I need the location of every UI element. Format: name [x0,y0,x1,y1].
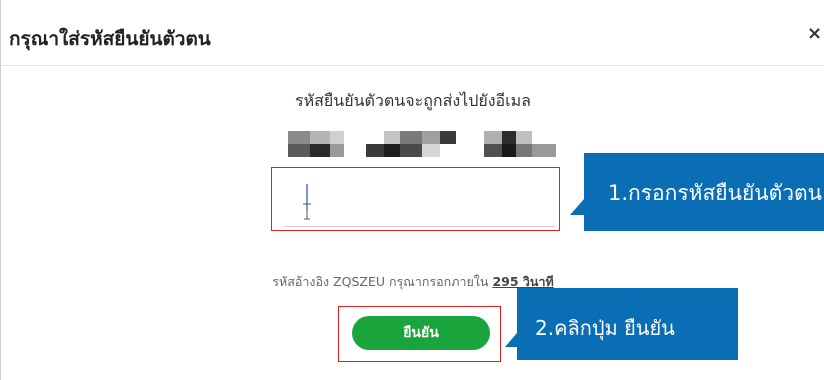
email-sent-message: รหัสยืนยันตัวตนจะถูกส่งไปยังอีเมล [295,91,531,110]
redacted-email [288,131,556,157]
confirm-button[interactable]: ยืนยัน [352,316,490,350]
step2-text: 2.คลิกปุ่ม ยืนยัน [535,316,675,340]
dialog-header: กรุณาใส่รหัสยืนยันตัวตน × [1,0,824,66]
step2-callout: 2.คลิกปุ่ม ยืนยัน [517,288,738,360]
step1-text: 1.กรอกรหัสยืนยันตัวตน [608,181,823,205]
otp-input[interactable] [284,175,555,227]
dialog-title: กรุณาใส่รหัสยืนยันตัวตน [9,28,211,50]
step1-callout: 1.กรอกรหัสยืนยันตัวตน [584,153,824,231]
text-cursor-icon [303,184,311,220]
callout-pointer-1 [570,199,584,215]
close-icon[interactable]: × [807,23,822,44]
countdown-timer: 295 วินาที [492,274,554,289]
reference-text: รหัสอ้างอิง ZQSZEU กรุณากรอกภายใน [272,274,489,289]
callout-pointer-2 [505,333,517,347]
